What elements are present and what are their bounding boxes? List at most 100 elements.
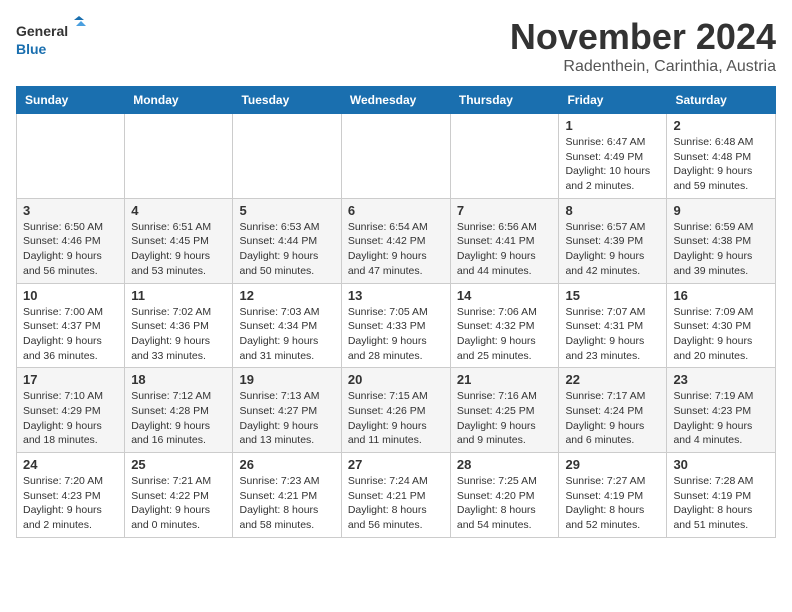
day-info: Sunrise: 7:15 AM Sunset: 4:26 PM Dayligh… bbox=[348, 389, 444, 448]
day-number: 23 bbox=[673, 372, 769, 387]
calendar-cell: 12 Sunrise: 7:03 AM Sunset: 4:34 PM Dayli… bbox=[233, 283, 341, 368]
weekday-friday: Friday bbox=[559, 87, 667, 114]
calendar-cell: 15 Sunrise: 7:07 AM Sunset: 4:31 PM Dayli… bbox=[559, 283, 667, 368]
day-number: 26 bbox=[239, 457, 334, 472]
calendar-cell: 6 Sunrise: 6:54 AM Sunset: 4:42 PM Daylig… bbox=[341, 198, 450, 283]
calendar-cell: 10Sunrise: 7:00 AM Sunset: 4:37 PM Dayli… bbox=[17, 283, 125, 368]
day-number: 12 bbox=[239, 288, 334, 303]
logo-svg: General Blue bbox=[16, 16, 86, 61]
day-number: 28 bbox=[457, 457, 553, 472]
calendar-cell: 4 Sunrise: 6:51 AM Sunset: 4:45 PM Daylig… bbox=[125, 198, 233, 283]
week-row-4: 17 Sunrise: 7:10 AM Sunset: 4:29 PM Dayli… bbox=[17, 368, 776, 453]
weekday-header-row: SundayMondayTuesdayWednesdayThursdayFrid… bbox=[17, 87, 776, 114]
day-info: Sunrise: 6:56 AM Sunset: 4:41 PM Dayligh… bbox=[457, 220, 553, 279]
weekday-monday: Monday bbox=[125, 87, 233, 114]
day-number: 24 bbox=[23, 457, 118, 472]
calendar-cell: 26 Sunrise: 7:23 AM Sunset: 4:21 PM Dayli… bbox=[233, 453, 341, 538]
calendar-cell: 9Sunrise: 6:59 AM Sunset: 4:38 PM Daylig… bbox=[667, 198, 776, 283]
day-number: 25 bbox=[131, 457, 226, 472]
day-number: 30 bbox=[673, 457, 769, 472]
day-number: 5 bbox=[239, 203, 334, 218]
calendar-cell: 11Sunrise: 7:02 AM Sunset: 4:36 PM Dayli… bbox=[125, 283, 233, 368]
logo: General Blue bbox=[16, 16, 86, 61]
day-info: Sunrise: 6:54 AM Sunset: 4:42 PM Dayligh… bbox=[348, 220, 444, 279]
day-number: 17 bbox=[23, 372, 118, 387]
calendar-cell bbox=[450, 114, 559, 199]
calendar-cell: 13 Sunrise: 7:05 AM Sunset: 4:33 PM Dayli… bbox=[341, 283, 450, 368]
day-number: 1 bbox=[565, 118, 660, 133]
calendar-cell: 27 Sunrise: 7:24 AM Sunset: 4:21 PM Dayli… bbox=[341, 453, 450, 538]
calendar-cell: 17 Sunrise: 7:10 AM Sunset: 4:29 PM Dayli… bbox=[17, 368, 125, 453]
week-row-3: 10Sunrise: 7:00 AM Sunset: 4:37 PM Dayli… bbox=[17, 283, 776, 368]
calendar-cell: 2Sunrise: 6:48 AM Sunset: 4:48 PM Daylig… bbox=[667, 114, 776, 199]
day-info: Sunrise: 6:47 AM Sunset: 4:49 PM Dayligh… bbox=[565, 135, 660, 194]
day-number: 3 bbox=[23, 203, 118, 218]
day-number: 11 bbox=[131, 288, 226, 303]
day-info: Sunrise: 7:23 AM Sunset: 4:21 PM Dayligh… bbox=[239, 474, 334, 533]
calendar-cell: 29 Sunrise: 7:27 AM Sunset: 4:19 PM Dayli… bbox=[559, 453, 667, 538]
day-info: Sunrise: 6:48 AM Sunset: 4:48 PM Dayligh… bbox=[673, 135, 769, 194]
day-number: 10 bbox=[23, 288, 118, 303]
day-info: Sunrise: 7:20 AM Sunset: 4:23 PM Dayligh… bbox=[23, 474, 118, 533]
week-row-1: 1 Sunrise: 6:47 AM Sunset: 4:49 PM Daylig… bbox=[17, 114, 776, 199]
day-info: Sunrise: 7:17 AM Sunset: 4:24 PM Dayligh… bbox=[565, 389, 660, 448]
calendar-cell: 19 Sunrise: 7:13 AM Sunset: 4:27 PM Dayli… bbox=[233, 368, 341, 453]
calendar-cell: 18 Sunrise: 7:12 AM Sunset: 4:28 PM Dayli… bbox=[125, 368, 233, 453]
day-number: 21 bbox=[457, 372, 553, 387]
day-info: Sunrise: 7:05 AM Sunset: 4:33 PM Dayligh… bbox=[348, 305, 444, 364]
day-info: Sunrise: 7:06 AM Sunset: 4:32 PM Dayligh… bbox=[457, 305, 553, 364]
month-title: November 2024 bbox=[510, 16, 776, 58]
calendar-cell: 1 Sunrise: 6:47 AM Sunset: 4:49 PM Daylig… bbox=[559, 114, 667, 199]
day-info: Sunrise: 6:59 AM Sunset: 4:38 PM Dayligh… bbox=[673, 220, 769, 279]
day-info: Sunrise: 7:21 AM Sunset: 4:22 PM Dayligh… bbox=[131, 474, 226, 533]
day-info: Sunrise: 6:53 AM Sunset: 4:44 PM Dayligh… bbox=[239, 220, 334, 279]
day-number: 15 bbox=[565, 288, 660, 303]
calendar-cell: 3Sunrise: 6:50 AM Sunset: 4:46 PM Daylig… bbox=[17, 198, 125, 283]
day-number: 8 bbox=[565, 203, 660, 218]
calendar-cell: 20Sunrise: 7:15 AM Sunset: 4:26 PM Dayli… bbox=[341, 368, 450, 453]
calendar-cell: 7Sunrise: 6:56 AM Sunset: 4:41 PM Daylig… bbox=[450, 198, 559, 283]
day-info: Sunrise: 6:57 AM Sunset: 4:39 PM Dayligh… bbox=[565, 220, 660, 279]
calendar-cell bbox=[125, 114, 233, 199]
day-info: Sunrise: 7:24 AM Sunset: 4:21 PM Dayligh… bbox=[348, 474, 444, 533]
day-number: 4 bbox=[131, 203, 226, 218]
week-row-2: 3Sunrise: 6:50 AM Sunset: 4:46 PM Daylig… bbox=[17, 198, 776, 283]
svg-text:General: General bbox=[16, 23, 68, 39]
day-info: Sunrise: 7:28 AM Sunset: 4:19 PM Dayligh… bbox=[673, 474, 769, 533]
calendar-cell bbox=[233, 114, 341, 199]
weekday-saturday: Saturday bbox=[667, 87, 776, 114]
svg-text:Blue: Blue bbox=[16, 41, 47, 57]
calendar-cell: 30 Sunrise: 7:28 AM Sunset: 4:19 PM Dayli… bbox=[667, 453, 776, 538]
calendar-cell: 28Sunrise: 7:25 AM Sunset: 4:20 PM Dayli… bbox=[450, 453, 559, 538]
week-row-5: 24 Sunrise: 7:20 AM Sunset: 4:23 PM Dayli… bbox=[17, 453, 776, 538]
day-info: Sunrise: 7:09 AM Sunset: 4:30 PM Dayligh… bbox=[673, 305, 769, 364]
title-area: November 2024 Radenthein, Carinthia, Aus… bbox=[510, 16, 776, 76]
weekday-thursday: Thursday bbox=[450, 87, 559, 114]
day-info: Sunrise: 7:03 AM Sunset: 4:34 PM Dayligh… bbox=[239, 305, 334, 364]
day-info: Sunrise: 7:16 AM Sunset: 4:25 PM Dayligh… bbox=[457, 389, 553, 448]
calendar-cell bbox=[341, 114, 450, 199]
calendar-table: SundayMondayTuesdayWednesdayThursdayFrid… bbox=[16, 86, 776, 538]
day-info: Sunrise: 6:51 AM Sunset: 4:45 PM Dayligh… bbox=[131, 220, 226, 279]
day-number: 14 bbox=[457, 288, 553, 303]
day-info: Sunrise: 7:13 AM Sunset: 4:27 PM Dayligh… bbox=[239, 389, 334, 448]
day-number: 22 bbox=[565, 372, 660, 387]
day-number: 29 bbox=[565, 457, 660, 472]
day-info: Sunrise: 7:07 AM Sunset: 4:31 PM Dayligh… bbox=[565, 305, 660, 364]
day-number: 13 bbox=[348, 288, 444, 303]
day-number: 19 bbox=[239, 372, 334, 387]
calendar-cell bbox=[17, 114, 125, 199]
location-title: Radenthein, Carinthia, Austria bbox=[510, 58, 776, 76]
day-number: 18 bbox=[131, 372, 226, 387]
day-info: Sunrise: 7:10 AM Sunset: 4:29 PM Dayligh… bbox=[23, 389, 118, 448]
calendar-cell: 23Sunrise: 7:19 AM Sunset: 4:23 PM Dayli… bbox=[667, 368, 776, 453]
day-number: 16 bbox=[673, 288, 769, 303]
day-info: Sunrise: 7:12 AM Sunset: 4:28 PM Dayligh… bbox=[131, 389, 226, 448]
header: General Blue November 2024 Radenthein, C… bbox=[16, 16, 776, 76]
calendar-cell: 14 Sunrise: 7:06 AM Sunset: 4:32 PM Dayli… bbox=[450, 283, 559, 368]
day-info: Sunrise: 7:27 AM Sunset: 4:19 PM Dayligh… bbox=[565, 474, 660, 533]
calendar-cell: 24 Sunrise: 7:20 AM Sunset: 4:23 PM Dayli… bbox=[17, 453, 125, 538]
day-number: 6 bbox=[348, 203, 444, 218]
day-number: 27 bbox=[348, 457, 444, 472]
calendar-cell: 25 Sunrise: 7:21 AM Sunset: 4:22 PM Dayli… bbox=[125, 453, 233, 538]
